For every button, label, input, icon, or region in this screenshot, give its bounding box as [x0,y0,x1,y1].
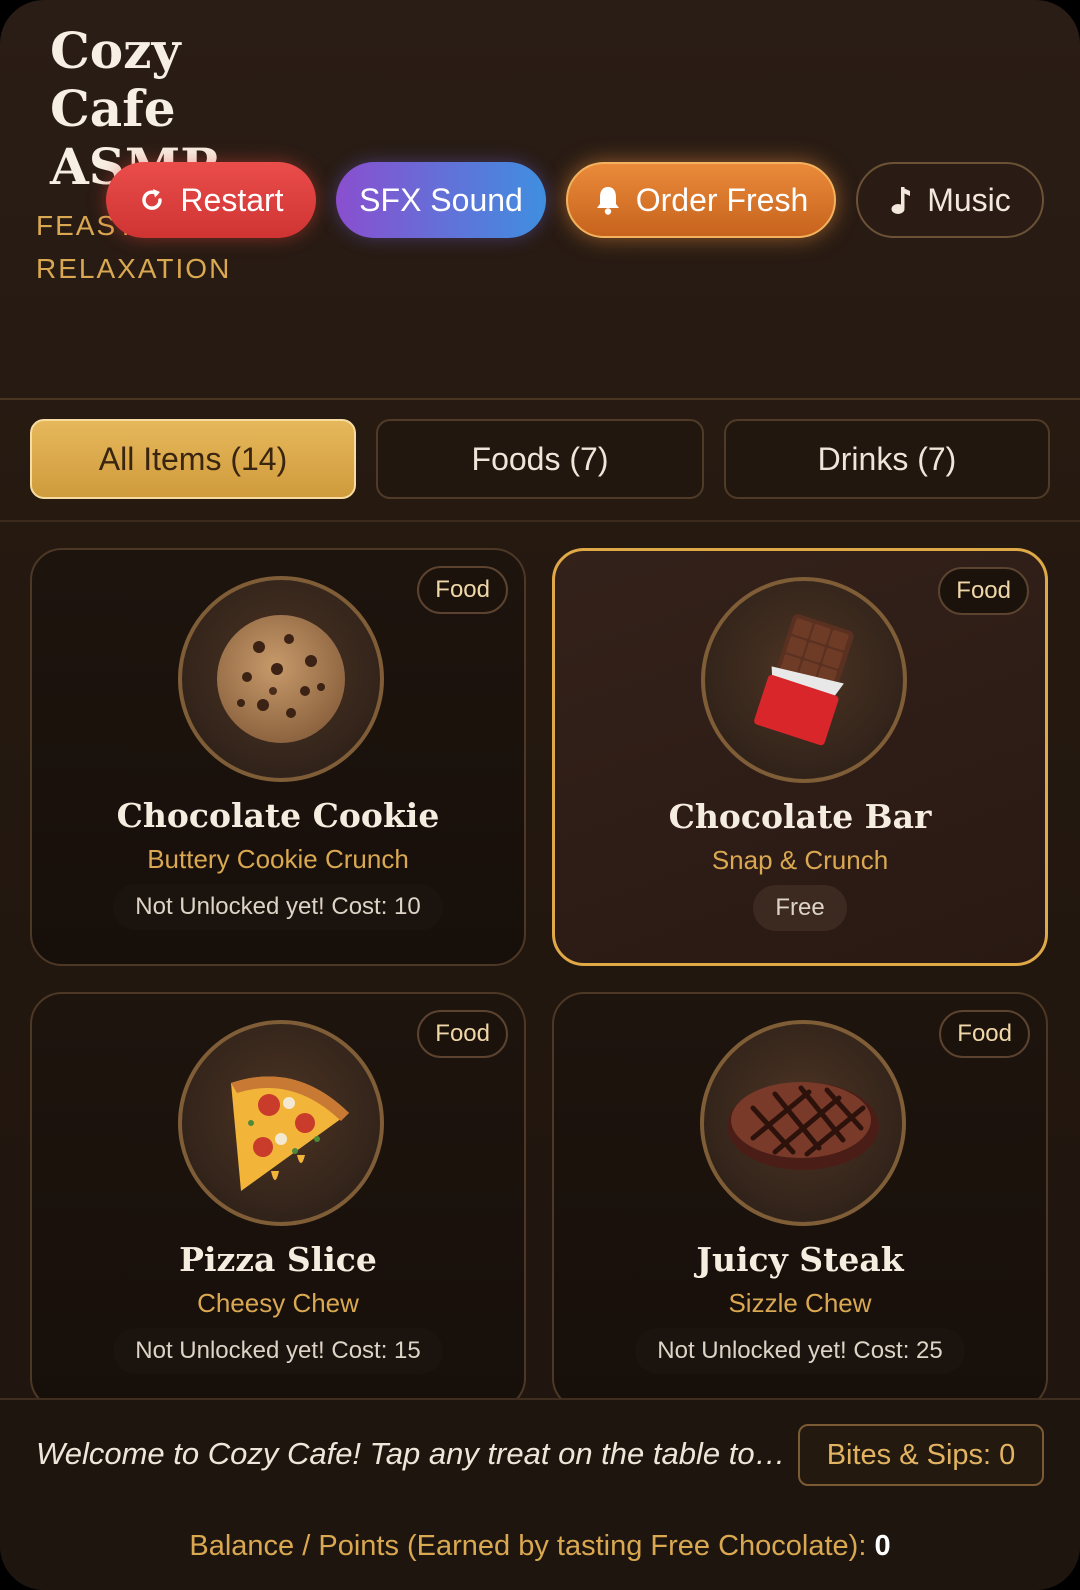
category-tabs: All Items (14) Foods (7) Drinks (7) [0,400,1080,522]
item-subtitle: Snap & Crunch [711,845,889,875]
tab-all-items[interactable]: All Items (14) [30,419,356,499]
item-card-chocolate-cookie[interactable]: Food Chocolate Cookie Buttery Cookie Cru… [30,548,526,966]
header: Cozy Cafe ASMR FEAST & SIP RELAXATION Re… [0,0,1080,400]
tab-foods[interactable]: Foods (7) [376,419,704,499]
item-subtitle: Sizzle Chew [728,1288,872,1318]
category-badge: Food [417,1010,508,1058]
bites-sips-counter: Bites & Sips: 0 [798,1424,1044,1486]
item-status: Free [753,885,847,931]
restart-icon [142,189,163,210]
category-badge: Food [939,1010,1030,1058]
tab-drinks[interactable]: Drinks (7) [724,419,1050,499]
item-name: Chocolate Bar [668,797,932,836]
item-plate [701,577,907,783]
item-plate [700,1020,906,1226]
item-name: Chocolate Cookie [116,796,440,835]
item-plate [178,576,384,782]
bell-icon [596,187,619,215]
restart-label: Restart [180,181,284,218]
balance-label: Balance / Points (Earned by tasting Free… [189,1530,867,1562]
chocolate-bar-icon [754,614,854,746]
restart-button[interactable]: Restart [106,162,316,238]
item-name: Pizza Slice [179,1240,377,1279]
item-status: Not Unlocked yet! Cost: 10 [113,884,443,930]
balance-line: Balance / Points (Earned by tasting Free… [0,1530,1080,1563]
order-fresh-label: Order Fresh [635,181,809,218]
sfx-sound-button[interactable]: SFX Sound [336,162,546,238]
app-window: Cozy Cafe ASMR FEAST & SIP RELAXATION Re… [0,0,1080,1590]
order-fresh-button[interactable]: Order Fresh [566,162,836,238]
category-badge: Food [417,566,508,614]
item-status: Not Unlocked yet! Cost: 15 [113,1328,443,1374]
item-status: Not Unlocked yet! Cost: 25 [635,1328,965,1374]
item-name: Juicy Steak [696,1240,904,1279]
steak-icon [727,1082,879,1170]
music-label: Music [927,181,1011,218]
item-subtitle: Buttery Cookie Crunch [147,844,409,874]
balance-value: 0 [874,1530,891,1562]
item-card-juicy-steak[interactable]: Food Juicy Steak Sizzle Chew Not Unlocke… [552,992,1048,1410]
item-plate [178,1020,384,1226]
item-subtitle: Cheesy Chew [197,1288,359,1318]
item-card-pizza-slice[interactable]: Food Pizza Slice Cheesy Chew Not Unlocke… [30,992,526,1410]
item-card-chocolate-bar[interactable]: Food Chocolate Bar Snap & Crunch Free [552,548,1048,966]
category-badge: Food [938,567,1029,615]
welcome-message: Welcome to Cozy Cafe! Tap any treat on t… [36,1436,786,1471]
cookie-icon [217,615,345,743]
footer-bar: Welcome to Cozy Cafe! Tap any treat on t… [0,1398,1080,1590]
music-note-icon [891,187,911,214]
pizza-icon [231,1076,349,1191]
music-button[interactable]: Music [856,162,1044,238]
sfx-sound-label: SFX Sound [359,181,523,218]
